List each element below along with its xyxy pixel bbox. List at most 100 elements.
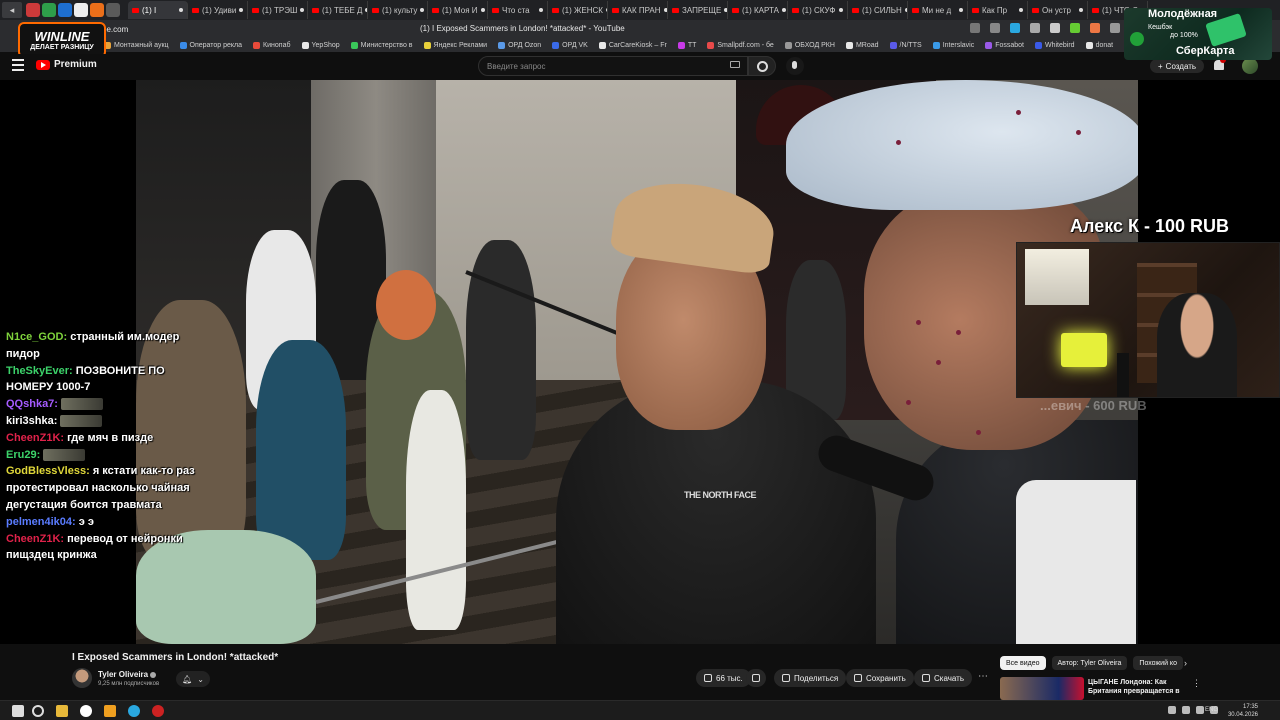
plus-icon: +	[1158, 61, 1163, 71]
browser-tab[interactable]: (1) КАРТА	[728, 1, 788, 19]
browser-tab-label: (1) СКУФ	[802, 5, 836, 15]
browser-tab[interactable]: (1) культу	[368, 1, 428, 19]
channel-name-text[interactable]: Tyler Oliveira	[98, 670, 148, 679]
filter-chip[interactable]: Похожий ко	[1133, 656, 1183, 670]
youtube-favicon-icon	[912, 7, 919, 13]
bookmark-item[interactable]: CarCareKiosk – Fr	[598, 41, 667, 49]
bookmark-item[interactable]: ОРД VK	[552, 41, 588, 49]
browser-tab[interactable]: (1) Удиви	[188, 1, 248, 19]
telegram-icon[interactable]	[128, 705, 140, 717]
like-button[interactable]: 66 тыс.	[696, 669, 751, 687]
filter-chip[interactable]: Все видео	[1000, 656, 1046, 670]
pinned-tab-icon[interactable]	[42, 3, 56, 17]
extension-icon[interactable]	[1030, 23, 1040, 33]
tray-icon[interactable]	[1196, 706, 1204, 714]
keyboard-icon[interactable]	[730, 61, 740, 68]
sber-ad-banner[interactable]: Молодёжная Кешбэк до 100% СберКарта	[1124, 8, 1272, 60]
extension-icon[interactable]	[1050, 23, 1060, 33]
pinned-tab-icon[interactable]	[58, 3, 72, 17]
bookmark-item[interactable]: Fossabot	[985, 41, 1024, 49]
filter-chip[interactable]: Автор: Tyler Oliveira	[1051, 656, 1128, 670]
ad-line4: СберКарта	[1176, 45, 1235, 57]
channel-name[interactable]: Tyler Oliveira	[98, 670, 157, 679]
browser-tab[interactable]: (1) СКУФ	[788, 1, 848, 19]
extension-icon[interactable]	[1110, 23, 1120, 33]
bookmark-item[interactable]: Whitebird	[1035, 41, 1075, 49]
recommended-video-thumbnail[interactable]	[1000, 677, 1084, 700]
account-avatar[interactable]	[1242, 58, 1258, 74]
browser-tab[interactable]: Что ста	[488, 1, 548, 19]
obs-icon[interactable]	[152, 705, 164, 717]
more-vert-icon[interactable]: ⋮	[1192, 678, 1201, 689]
bookmark-item[interactable]: Монтажный аукц	[104, 41, 169, 49]
bookmark-item[interactable]: Smallpdf.com - бе	[707, 41, 774, 49]
channel-avatar[interactable]	[72, 668, 92, 688]
chevron-right-icon[interactable]: ›	[1184, 658, 1187, 668]
browser-tab[interactable]: ЗАПРЕЩЕ	[668, 1, 728, 19]
extension-icon[interactable]	[1010, 23, 1020, 33]
bookmark-item[interactable]: Кинопаб	[253, 41, 291, 49]
create-button[interactable]: + Создать	[1150, 59, 1205, 73]
bookmark-label: TT	[687, 41, 697, 49]
bookmark-item[interactable]: /N/TTS	[889, 41, 922, 49]
related-filter-chips: Все видео Автор: Tyler Oliveira Похожий ко	[1000, 656, 1183, 670]
bookmark-item[interactable]: donat	[1085, 41, 1113, 49]
browser-tab[interactable]: (1) ТЕБЕ Д	[308, 1, 368, 19]
more-actions-button[interactable]: ⋯	[976, 671, 990, 685]
bookmark-item[interactable]: ОБХОД РКН	[784, 41, 835, 49]
yandex-browser-icon[interactable]	[80, 705, 92, 717]
dislike-button[interactable]	[746, 669, 766, 687]
browser-tab[interactable]: Ми не д	[908, 1, 968, 19]
browser-tab[interactable]: (1) ТРЭШ	[248, 1, 308, 19]
bookmark-item[interactable]: Interslavic	[932, 41, 974, 49]
bookmark-item[interactable]: TT	[677, 41, 697, 49]
pinned-tab-icon[interactable]	[106, 3, 120, 17]
browser-tab[interactable]: (1) Моя И	[428, 1, 488, 19]
language-indicator[interactable]: ENG	[1205, 707, 1218, 713]
pinned-tab-icon[interactable]	[74, 3, 88, 17]
browser-tab[interactable]: Как Пр	[968, 1, 1028, 19]
pinned-tab-icon[interactable]	[90, 3, 104, 17]
bookmark-item[interactable]: ОРД Ozon	[498, 41, 541, 49]
audio-dot-icon	[959, 8, 963, 12]
bookmark-item[interactable]: Оператор рекла	[179, 41, 242, 49]
youtube-favicon-icon	[252, 7, 259, 13]
file-explorer-icon[interactable]	[56, 705, 68, 717]
save-button[interactable]: Сохранить	[846, 669, 914, 687]
hamburger-menu-icon[interactable]	[12, 59, 24, 71]
star-icon[interactable]	[990, 23, 1000, 33]
youtube-favicon-icon	[1092, 7, 1099, 13]
browser-tab[interactable]: (1) I	[128, 1, 188, 19]
tray-icon[interactable]	[1182, 706, 1190, 714]
subscription-bell-button[interactable]: 🔔︎ ⌄	[176, 671, 210, 687]
share-button[interactable]: Поделиться	[774, 669, 847, 687]
donation-alert: Алекс К - 100 RUB	[1070, 216, 1230, 236]
bookmark-item[interactable]: Яндекс Реклами	[423, 41, 487, 49]
address-bar[interactable]: be.com (1) I Exposed Scammers in London!…	[0, 20, 1280, 38]
bookmark-item[interactable]: Министерство в	[350, 41, 413, 49]
download-button[interactable]: Скачать	[914, 669, 972, 687]
browser-tab-label: (1) Удиви	[202, 5, 237, 15]
windows-start-icon[interactable]	[12, 705, 24, 717]
browser-tab[interactable]: Он устр	[1028, 1, 1088, 19]
youtube-logo[interactable]: Premium	[36, 59, 97, 70]
extension-icon[interactable]	[1070, 23, 1080, 33]
browser-tab[interactable]: (1) ЖЕНСК	[548, 1, 608, 19]
voice-search-button[interactable]	[786, 57, 804, 75]
search-input[interactable]: Введите запрос	[478, 56, 748, 76]
tray-icon[interactable]	[1168, 706, 1176, 714]
clock[interactable]: 17:35 30.04.2026	[1222, 703, 1258, 719]
search-icon[interactable]	[32, 705, 44, 717]
bookmarks-icon[interactable]	[970, 23, 980, 33]
paint-splatter	[956, 330, 961, 335]
bookmark-item[interactable]: MRoad	[845, 41, 879, 49]
bookmark-item[interactable]: YepShop	[301, 41, 340, 49]
window-menu-icon[interactable]: ◂	[2, 2, 22, 18]
search-button[interactable]	[748, 56, 776, 76]
pinned-tab-icon[interactable]	[26, 3, 40, 17]
audio-dot-icon	[300, 8, 305, 12]
browser-tab[interactable]: (1) СИЛЬН	[848, 1, 908, 19]
app-icon[interactable]	[104, 705, 116, 717]
extension-icon[interactable]	[1090, 23, 1100, 33]
browser-tab[interactable]: КАК ПРАН	[608, 1, 668, 19]
